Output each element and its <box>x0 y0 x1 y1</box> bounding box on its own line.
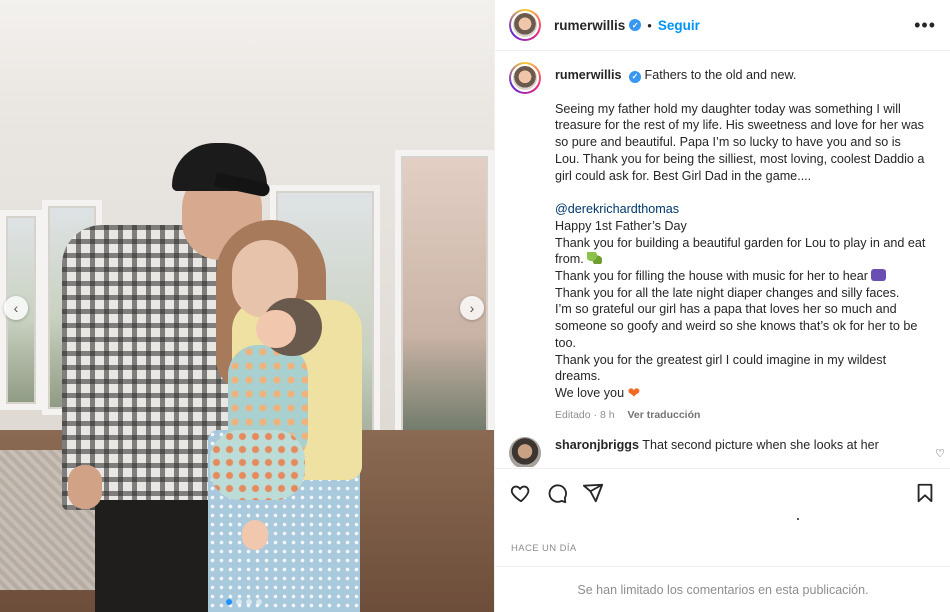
carousel-dot <box>236 599 242 605</box>
seedling-emoji-icon <box>587 252 603 265</box>
baby-foot <box>242 520 268 550</box>
caption-avatar[interactable] <box>509 62 541 94</box>
see-translation-link[interactable]: Ver traducción <box>627 409 700 421</box>
save-button[interactable] <box>913 481 937 505</box>
carousel-prev-button[interactable]: ‹ <box>4 296 28 320</box>
verified-badge-icon: ✓ <box>629 19 642 31</box>
caption-paragraph: Seeing my father hold my daughter today … <box>555 101 925 183</box>
edited-label: Editado · 8 h <box>555 408 615 421</box>
carousel-indicator <box>226 599 262 605</box>
chevron-left-icon: ‹ <box>13 300 19 316</box>
post-header: rumerwillis ✓ • Seguir ••• <box>495 0 950 51</box>
caption-line: I’m so grateful our girl has a papa that… <box>555 302 918 350</box>
carousel-dot <box>226 599 232 605</box>
post-side-panel: rumerwillis ✓ • Seguir ••• rumerwillis ✓… <box>494 0 950 612</box>
caption-meta: Editado · 8 h Ver traducción <box>555 407 927 424</box>
radio-emoji-icon <box>871 269 887 282</box>
verified-badge-icon: ✓ <box>629 71 641 84</box>
share-button[interactable] <box>581 481 605 505</box>
comments-area[interactable]: rumerwillis ✓ Fathers to the old and new… <box>495 52 950 467</box>
man-hand <box>68 465 102 509</box>
baby-face <box>256 310 296 348</box>
caption-line-text: We love you <box>555 385 625 400</box>
header-username[interactable]: rumerwillis <box>554 18 625 33</box>
post-timestamp[interactable]: HACE UN DÍA <box>511 543 577 554</box>
post-photo[interactable]: ‹ › <box>0 0 494 612</box>
man-pants <box>95 500 220 612</box>
avatar-image <box>511 11 539 39</box>
avatar-image <box>511 64 539 92</box>
caption-username[interactable]: rumerwillis <box>555 68 622 82</box>
orange-heart-emoji-icon: ❤ <box>627 384 641 402</box>
caption-line-text: Thank you for building a beautiful garde… <box>555 235 926 267</box>
chevron-right-icon: › <box>469 300 475 316</box>
comment-button[interactable] <box>545 481 569 505</box>
instagram-post: ‹ › rumerwillis ✓ • Seguir ••• rumerwill… <box>0 0 950 612</box>
action-bar <box>495 468 950 516</box>
likes-placeholder-dot <box>797 518 799 520</box>
caption-line: Thank you for building a beautiful garde… <box>555 235 927 268</box>
caption-body: rumerwillis ✓ Fathers to the old and new… <box>555 62 927 423</box>
caption-paragraph-2: @derekrichardthomas Happy 1st Father’s D… <box>555 201 927 401</box>
caption-line: We love you ❤ <box>555 385 927 402</box>
caption: rumerwillis ✓ Fathers to the old and new… <box>495 52 950 423</box>
caption-first-line: rumerwillis ✓ Fathers to the old and new… <box>555 67 927 84</box>
caption-line-text: Thank you for filling the house with mus… <box>555 269 868 284</box>
mention-link[interactable]: @derekrichardthomas <box>555 201 927 218</box>
bookmark-icon <box>917 483 933 502</box>
share-icon <box>582 483 604 502</box>
avatar[interactable] <box>509 9 541 41</box>
follow-button[interactable]: Seguir <box>658 18 700 33</box>
carousel-dot <box>246 599 252 605</box>
caption-line: Happy 1st Father’s Day <box>555 218 687 233</box>
caption-headline: Fathers to the old and new. <box>644 68 797 82</box>
comment-text: That second picture when she looks at he… <box>642 438 879 453</box>
heart-icon <box>510 485 530 502</box>
caption-line: Thank you for all the late night diaper … <box>555 285 900 300</box>
more-options-icon[interactable]: ••• <box>914 15 936 36</box>
baby-legs <box>210 430 305 500</box>
caption-line: Thank you for the greatest girl I could … <box>555 352 887 384</box>
comment-username[interactable]: sharonjbriggs <box>555 438 639 452</box>
comment-icon <box>548 483 567 503</box>
comment-avatar[interactable] <box>509 437 541 467</box>
header-separator: • <box>647 17 652 33</box>
carousel-dot <box>256 599 262 605</box>
photo-ceiling <box>0 0 494 120</box>
comments-limited-notice: Se han limitado los comentarios en esta … <box>495 566 950 612</box>
caption-line: Thank you for filling the house with mus… <box>555 268 927 285</box>
comment-item: sharonjbriggs That second picture when s… <box>495 437 950 467</box>
like-button[interactable] <box>509 481 533 505</box>
comment-like-heart-icon[interactable]: ♡ <box>935 447 945 460</box>
comment-body: sharonjbriggs That second picture when s… <box>555 437 915 467</box>
carousel-next-button[interactable]: › <box>460 296 484 320</box>
